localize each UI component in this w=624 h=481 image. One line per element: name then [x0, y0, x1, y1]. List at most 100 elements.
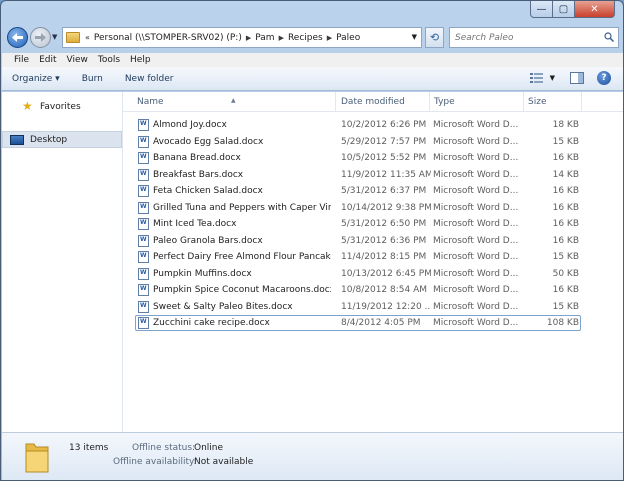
breadcrumb-drive[interactable]: Personal (\\STOMPER-SRV02) (P:) — [94, 33, 242, 43]
file-type: Microsoft Word D... — [433, 235, 519, 246]
file-type: Microsoft Word D... — [433, 202, 519, 213]
table-row[interactable]: Breakfast Bars.docx 11/9/2012 11:35 AMMic… — [123, 167, 623, 184]
column-divider[interactable] — [581, 92, 582, 112]
word-document-icon — [138, 185, 149, 197]
refresh-icon: ⟲ — [429, 31, 440, 44]
breadcrumb-separator-icon[interactable]: ▶ — [327, 34, 332, 42]
word-document-icon — [138, 201, 149, 214]
view-dropdown-icon[interactable]: ▼ — [550, 74, 555, 82]
file-size: 16 KB — [552, 219, 579, 229]
menu-view[interactable]: View — [67, 55, 88, 65]
column-divider[interactable] — [429, 92, 430, 112]
nav-favorites[interactable]: ★ Favorites — [22, 100, 81, 113]
search-icon[interactable] — [604, 32, 614, 42]
file-date: 10/14/2012 9:38 PM — [341, 202, 431, 213]
file-name: Grilled Tuna and Peppers with Caper Vin.… — [153, 202, 331, 213]
file-size: 14 KB — [552, 169, 579, 180]
file-date: 11/19/2012 12:20 ... — [341, 301, 431, 312]
column-header-type[interactable]: Type — [434, 97, 455, 107]
offline-availability-value: Not available — [194, 457, 254, 467]
close-button[interactable]: ✕ — [575, 1, 615, 18]
nav-desktop-label: Desktop — [30, 134, 68, 145]
file-date: 11/4/2012 8:15 PM — [341, 252, 427, 262]
word-document-icon — [138, 152, 149, 164]
back-button[interactable] — [7, 26, 28, 48]
file-size: 16 KB — [552, 186, 579, 196]
table-row[interactable]: Grilled Tuna and Peppers with Caper Vin.… — [123, 200, 623, 217]
file-name: Banana Bread.docx — [153, 153, 241, 163]
column-header-name[interactable]: Name — [137, 97, 164, 107]
table-row[interactable]: Pumpkin Spice Coconut Macaroons.docx 10/8… — [123, 282, 623, 299]
minimize-button[interactable]: — — [530, 1, 553, 18]
table-row[interactable]: Feta Chicken Salad.docx 5/31/2012 6:37 PM… — [123, 183, 623, 200]
folder-icon — [25, 443, 49, 473]
word-document-icon — [138, 251, 149, 263]
toolbar-right-group: ▼ ? — [529, 71, 611, 85]
preview-pane-icon — [570, 72, 584, 84]
menu-file[interactable]: File — [14, 55, 29, 65]
refresh-button[interactable]: ⟲ — [425, 27, 444, 48]
file-type: Microsoft Word D... — [433, 252, 519, 262]
menu-help[interactable]: Help — [130, 55, 151, 65]
search-box[interactable] — [449, 27, 619, 48]
column-header-size[interactable]: Size — [528, 97, 546, 107]
menu-bar: File Edit View Tools Help — [2, 53, 623, 67]
file-name: Zucchini cake recipe.docx — [153, 318, 270, 328]
file-size: 15 KB — [552, 301, 579, 312]
breadcrumb-pam[interactable]: Pam — [255, 33, 274, 43]
table-row[interactable]: Banana Bread.docx 10/5/2012 5:52 PM Micros… — [123, 150, 623, 167]
maximize-button[interactable]: ▢ — [553, 1, 575, 18]
file-type: Microsoft Word D... — [433, 219, 519, 229]
address-dropdown-icon[interactable]: ▼ — [412, 33, 417, 41]
file-date: 10/5/2012 5:52 PM — [341, 153, 427, 163]
table-row[interactable]: Almond Joy.docx 10/2/2012 6:26 PM Microsof… — [123, 117, 623, 134]
breadcrumb-separator-icon[interactable]: ▶ — [279, 34, 284, 42]
word-document-icon — [138, 168, 149, 181]
folder-icon — [66, 32, 80, 43]
column-divider[interactable] — [335, 92, 336, 112]
nav-desktop[interactable]: Desktop — [2, 131, 122, 148]
table-row[interactable]: Avocado Egg Salad.docx 5/29/2012 7:57 PM M… — [123, 134, 623, 151]
search-input[interactable] — [455, 32, 595, 43]
file-name: Mint Iced Tea.docx — [153, 219, 237, 229]
breadcrumb-overflow-chevron[interactable]: « — [85, 33, 90, 42]
recent-pages-dropdown[interactable]: ▼ — [52, 33, 57, 41]
table-row[interactable]: Pumpkin Muffins.docx 10/13/2012 6:45 PMMi… — [123, 266, 623, 283]
file-size: 16 KB — [552, 153, 579, 163]
address-bar[interactable]: « Personal (\\STOMPER-SRV02) (P:) ▶ Pam … — [62, 27, 422, 48]
table-row[interactable]: Sweet & Salty Paleo Bites.docx 11/19/2012… — [123, 299, 623, 316]
file-date: 10/13/2012 6:45 PM — [341, 268, 431, 279]
table-row-selected[interactable]: Zucchini cake recipe.docx 8/4/2012 4:05 P… — [123, 315, 623, 332]
burn-button[interactable]: Burn — [82, 74, 103, 84]
menu-tools[interactable]: Tools — [98, 55, 120, 65]
change-view-button[interactable]: ▼ — [529, 72, 555, 84]
file-size: 15 KB — [552, 252, 579, 262]
breadcrumb-paleo[interactable]: Paleo — [336, 33, 360, 43]
file-date: 5/31/2012 6:37 PM — [341, 186, 427, 196]
new-folder-button[interactable]: New folder — [125, 74, 174, 84]
star-icon: ★ — [22, 99, 33, 113]
table-row[interactable]: Paleo Granola Bars.docx 5/31/2012 6:36 PM… — [123, 233, 623, 250]
word-document-icon — [138, 234, 149, 247]
navigation-pane: ★ Favorites Desktop — [2, 92, 123, 432]
file-type: Microsoft Word D... — [433, 169, 519, 180]
file-name: Sweet & Salty Paleo Bites.docx — [153, 301, 293, 312]
menu-edit[interactable]: Edit — [39, 55, 56, 65]
file-size: 108 KB — [546, 318, 579, 328]
help-icon[interactable]: ? — [597, 71, 611, 85]
file-rows: Almond Joy.docx 10/2/2012 6:26 PM Microsof… — [123, 117, 623, 332]
table-row[interactable]: Mint Iced Tea.docx 5/31/2012 6:50 PM Micro… — [123, 216, 623, 233]
content-area: ★ Favorites Desktop ▲ Name Date modified… — [2, 92, 623, 432]
column-header-date[interactable]: Date modified — [341, 97, 405, 107]
file-name: Pumpkin Spice Coconut Macaroons.docx — [153, 285, 331, 295]
column-divider[interactable] — [523, 92, 524, 112]
breadcrumb-separator-icon[interactable]: ▶ — [246, 34, 251, 42]
breadcrumb-recipes[interactable]: Recipes — [288, 33, 323, 43]
preview-pane-button[interactable] — [569, 71, 585, 85]
forward-button[interactable] — [30, 26, 51, 48]
file-name: Avocado Egg Salad.docx — [153, 136, 264, 147]
caption-buttons: — ▢ ✕ — [530, 1, 615, 18]
table-row[interactable]: Perfect Dairy Free Almond Flour Pancake.… — [123, 249, 623, 266]
file-date: 11/9/2012 11:35 AM — [341, 169, 431, 180]
organize-button[interactable]: Organize ▾ — [12, 74, 60, 84]
